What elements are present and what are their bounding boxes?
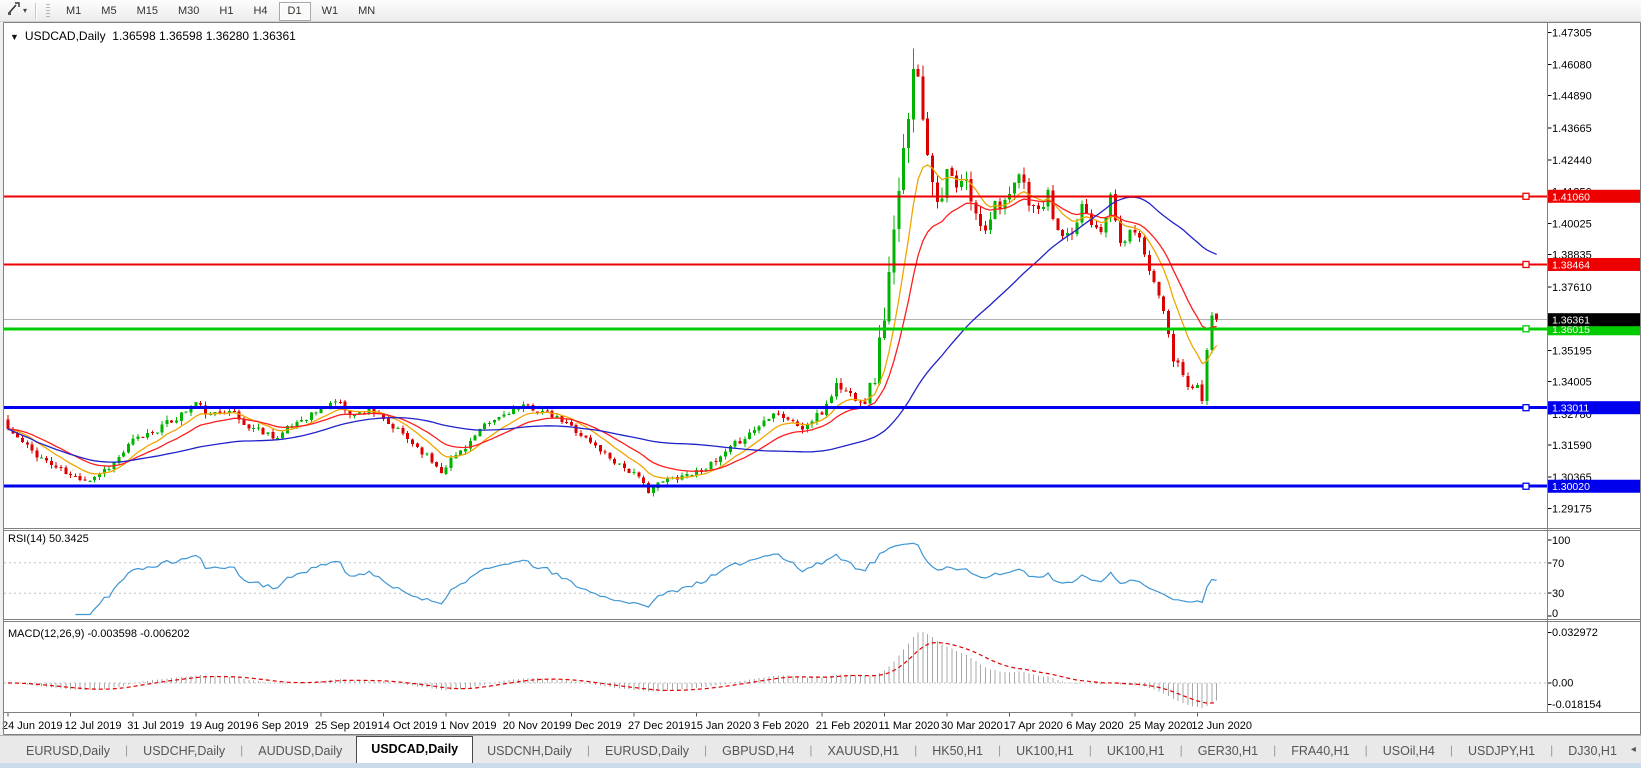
timeframe-button-h4[interactable]: H4 [244, 2, 276, 21]
chart-tabs: EURUSD,Daily | USDCHF,Daily | AUDUSD,Daily US… [12, 736, 1631, 763]
draw-tool-icon [7, 1, 21, 20]
dropdown-caret-icon[interactable]: ▾ [23, 6, 27, 15]
toolbar-grip[interactable] [46, 3, 51, 18]
timeframe-group: M1 M5 M15 M30 H1 H4 D1 W1 MN [56, 1, 385, 21]
hline-handle [1522, 260, 1530, 269]
timeframe-button-w1[interactable]: W1 [313, 2, 348, 21]
timeframe-button-mn[interactable]: MN [349, 2, 384, 21]
svg-text:21 Feb 2020: 21 Feb 2020 [816, 720, 878, 732]
svg-text:1.38464: 1.38464 [1552, 259, 1590, 271]
svg-text:15 Jan 2020: 15 Jan 2020 [691, 720, 752, 732]
svg-text:9 Dec 2019: 9 Dec 2019 [565, 720, 621, 732]
tab-ger30-h1-11[interactable]: GER30,H1 [1184, 740, 1272, 763]
timeframe-button-d1[interactable]: D1 [278, 1, 311, 21]
chart-background [4, 23, 1640, 734]
svg-text:14 Oct 2019: 14 Oct 2019 [378, 720, 438, 732]
svg-text:1.41060: 1.41060 [1552, 191, 1590, 203]
svg-text:1.43665: 1.43665 [1552, 123, 1592, 135]
tab-fra40-h1-12[interactable]: FRA40,H1 [1277, 740, 1363, 763]
svg-text:-0.018154: -0.018154 [1552, 699, 1602, 711]
tab-audusd-daily-2[interactable]: AUDUSD,Daily [244, 740, 356, 763]
tab-gbpusd-h4-6[interactable]: GBPUSD,H4 [708, 740, 808, 763]
chart-title: ▼ USDCAD,Daily 1.36598 1.36598 1.36280 1.… [10, 29, 296, 43]
timeframe-button-m15[interactable]: M15 [128, 2, 167, 21]
hline-handle [1522, 325, 1530, 333]
timeframe-button-m5[interactable]: M5 [92, 2, 125, 21]
tab-eurusd-daily-0[interactable]: EURUSD,Daily [12, 740, 124, 763]
toolbar-separator [35, 2, 38, 19]
svg-text:1.44890: 1.44890 [1552, 91, 1592, 103]
timeframe-button-m30[interactable]: M30 [169, 2, 208, 21]
svg-text:1.34005: 1.34005 [1552, 377, 1592, 389]
svg-text:1.36361: 1.36361 [1552, 315, 1590, 327]
timeframe-button-h1[interactable]: H1 [210, 2, 242, 21]
tab-eurusd-daily-5[interactable]: EURUSD,Daily [591, 740, 703, 763]
macd-indicator-label: MACD(12,26,9) -0.003598 -0.006202 [8, 628, 190, 640]
svg-text:25 May 2020: 25 May 2020 [1129, 720, 1193, 732]
svg-text:100: 100 [1552, 535, 1570, 547]
svg-text:3 Feb 2020: 3 Feb 2020 [753, 720, 809, 732]
tab-uk100-h1-9[interactable]: UK100,H1 [1002, 740, 1088, 763]
svg-text:30 Mar 2020: 30 Mar 2020 [941, 720, 1003, 732]
svg-text:19 Aug 2019: 19 Aug 2019 [190, 720, 252, 732]
svg-text:1.37610: 1.37610 [1552, 282, 1592, 294]
svg-text:0: 0 [1552, 608, 1558, 620]
svg-text:1.46080: 1.46080 [1552, 59, 1592, 71]
svg-text:1.42440: 1.42440 [1552, 155, 1592, 167]
tab-hk50-h1-8[interactable]: HK50,H1 [918, 740, 997, 763]
svg-text:17 Apr 2020: 17 Apr 2020 [1004, 720, 1063, 732]
svg-text:1.47305: 1.47305 [1552, 27, 1592, 39]
svg-text:11 Mar 2020: 11 Mar 2020 [878, 720, 939, 732]
svg-text:1.30020: 1.30020 [1552, 481, 1590, 493]
status-strip [0, 763, 1641, 768]
svg-text:20 Nov 2019: 20 Nov 2019 [503, 720, 565, 732]
chart-ohlc: 1.36598 1.36598 1.36280 1.36361 [112, 29, 296, 43]
svg-text:12 Jul 2019: 12 Jul 2019 [65, 720, 122, 732]
tab-usdchf-daily-1[interactable]: USDCHF,Daily [129, 740, 239, 763]
tab-usoil-h4-13[interactable]: USOil,H4 [1369, 740, 1449, 763]
tab-usdcad-daily-3[interactable]: USDCAD,Daily [356, 736, 474, 763]
draw-tool-button[interactable]: ▾ [4, 0, 30, 21]
tab-usdcnh-daily-4[interactable]: USDCNH,Daily [473, 740, 586, 763]
hline-handle [1522, 482, 1530, 490]
svg-text:30: 30 [1552, 588, 1564, 600]
chart-canvas[interactable]: 1.473051.460801.448901.436651.424401.412… [0, 22, 1641, 735]
rsi-indicator-label: RSI(14) 50.3425 [8, 533, 89, 545]
top-toolbar: ▾ M1 M5 M15 M30 H1 H4 D1 W1 MN [0, 0, 1641, 22]
svg-text:24 Jun 2019: 24 Jun 2019 [2, 720, 63, 732]
title-caret-icon[interactable]: ▼ [10, 32, 19, 42]
svg-text:1.31590: 1.31590 [1552, 440, 1592, 452]
svg-text:6 May 2020: 6 May 2020 [1066, 720, 1123, 732]
svg-text:27 Dec 2019: 27 Dec 2019 [628, 720, 690, 732]
chart-window[interactable]: 1.473051.460801.448901.436651.424401.412… [0, 22, 1641, 735]
tab-uk100-h1-10[interactable]: UK100,H1 [1093, 740, 1179, 763]
svg-text:12 Jun 2020: 12 Jun 2020 [1191, 720, 1252, 732]
svg-text:0.032972: 0.032972 [1552, 627, 1598, 639]
current-price-badge: 1.36361 [1548, 313, 1640, 327]
svg-text:1.33011: 1.33011 [1552, 403, 1589, 415]
tabs-scroll-left-icon[interactable]: ◂ [1631, 744, 1636, 755]
chart-symbol: USDCAD,Daily [24, 29, 106, 43]
svg-text:70: 70 [1552, 558, 1564, 570]
tab-xauusd-h1-7[interactable]: XAUUSD,H1 [814, 740, 914, 763]
svg-text:1.35195: 1.35195 [1552, 345, 1592, 357]
svg-text:1.40025: 1.40025 [1552, 218, 1592, 230]
svg-text:6 Sep 2019: 6 Sep 2019 [252, 720, 308, 732]
svg-text:25 Sep 2019: 25 Sep 2019 [315, 720, 377, 732]
hline-handle [1522, 404, 1530, 412]
tab-dj30-h1-15[interactable]: DJ30,H1 [1554, 740, 1631, 763]
svg-text:31 Jul 2019: 31 Jul 2019 [127, 720, 184, 732]
svg-text:1 Nov 2019: 1 Nov 2019 [440, 720, 496, 732]
hline-handle [1522, 192, 1530, 200]
svg-text:0.00: 0.00 [1552, 678, 1573, 690]
chart-tab-bar: EURUSD,Daily | USDCHF,Daily | AUDUSD,Daily US… [0, 735, 1641, 763]
tab-usdjpy-h1-14[interactable]: USDJPY,H1 [1454, 740, 1549, 763]
svg-text:1.29175: 1.29175 [1552, 503, 1592, 515]
timeframe-button-m1[interactable]: M1 [57, 2, 90, 21]
